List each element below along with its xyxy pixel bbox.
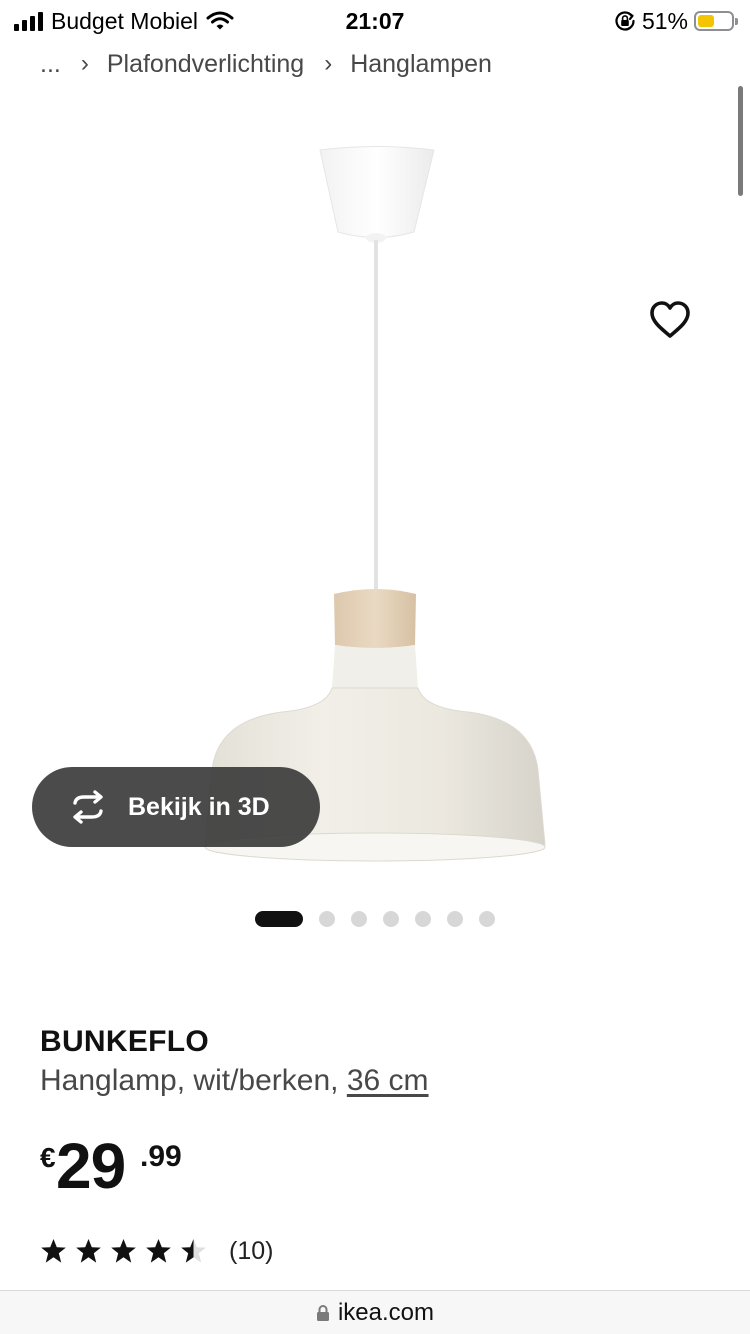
carousel-dot[interactable] [319, 911, 335, 927]
status-right: 51% [614, 6, 738, 36]
carousel-dots [255, 910, 495, 928]
carousel-dot[interactable] [383, 911, 399, 927]
product-size-link[interactable]: 36 cm [347, 1064, 429, 1097]
product-description: Hanglamp, wit/berken, 36 cm [40, 1064, 429, 1098]
carousel-dot[interactable] [415, 911, 431, 927]
breadcrumb-item-plafondverlichting[interactable]: Plafondverlichting [107, 50, 304, 79]
battery-icon [694, 11, 738, 31]
carousel-dot[interactable] [447, 911, 463, 927]
orientation-lock-icon [615, 11, 635, 31]
carousel-dot[interactable] [479, 911, 495, 927]
view-3d-button[interactable]: Bekijk in 3D [32, 767, 320, 847]
price-integer: 29 [56, 1130, 126, 1202]
rating-stars [40, 1238, 207, 1264]
breadcrumb: ... › Plafondverlichting › Hanglampen [40, 44, 492, 84]
battery-percent: 51% [641, 7, 688, 34]
star-filled-icon [146, 1239, 171, 1263]
lock-icon [316, 1304, 329, 1321]
heart-outline-icon[interactable] [648, 300, 692, 340]
star-half-icon [181, 1239, 206, 1263]
review-count[interactable]: (10) [229, 1237, 273, 1266]
price-decimal: .99 [140, 1140, 182, 1173]
product-image[interactable]: Bekijk in 3D [0, 110, 750, 890]
breadcrumb-ellipsis[interactable]: ... [40, 50, 61, 79]
battery-fill [698, 15, 715, 27]
address-bar[interactable]: ikea.com [0, 1290, 750, 1334]
carousel-dot-active[interactable] [255, 911, 303, 927]
chevron-right-icon: › [80, 50, 89, 77]
price-currency: € [40, 1142, 56, 1173]
star-filled-icon [41, 1239, 66, 1263]
carousel-dot[interactable] [351, 911, 367, 927]
star-filled-icon [76, 1239, 101, 1263]
chevron-right-icon: › [324, 50, 333, 77]
status-bar: Budget Mobiel 21:07 51% [0, 0, 750, 42]
product-name: BUNKEFLO [40, 1025, 210, 1058]
star-filled-icon [111, 1239, 136, 1263]
rotate-3d-icon [73, 790, 103, 824]
product-type: Hanglamp, wit/berken, [40, 1064, 339, 1097]
product-rating[interactable]: (10) [40, 1234, 273, 1268]
view-3d-label: Bekijk in 3D [128, 793, 270, 821]
url-domain: ikea.com [337, 1298, 435, 1326]
breadcrumb-item-hanglampen[interactable]: Hanglampen [350, 50, 492, 79]
